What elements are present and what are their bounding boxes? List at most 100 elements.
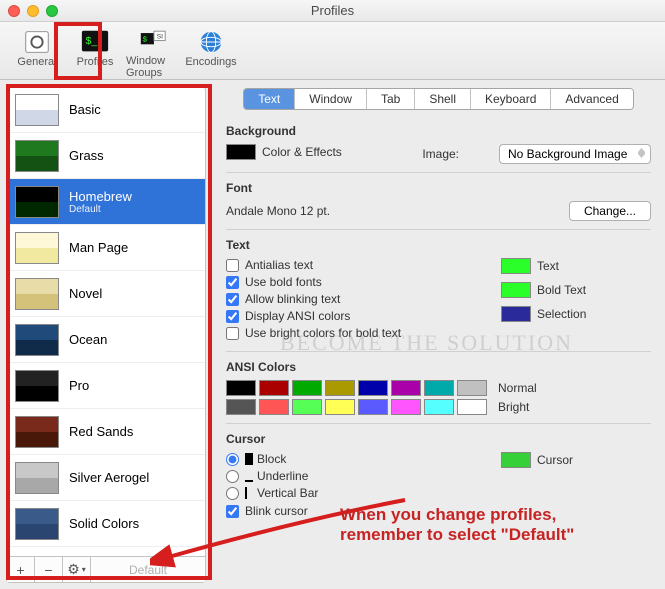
antialias-checkbox[interactable]: Antialias text	[226, 258, 461, 272]
profile-row-grass[interactable]: Grass	[7, 133, 205, 179]
gear-page-icon	[22, 28, 52, 56]
toolbar-encodings[interactable]: Encodings	[184, 26, 238, 79]
image-label: Image:	[422, 147, 459, 161]
profile-row-solid-colors[interactable]: Solid Colors	[7, 501, 205, 547]
window-title: Profiles	[0, 3, 665, 18]
bold-color-swatch[interactable]	[501, 282, 531, 298]
profile-name: Grass	[69, 148, 104, 163]
profile-thumb	[15, 232, 59, 264]
profile-row-man-page[interactable]: Man Page	[7, 225, 205, 271]
add-profile-button[interactable]: +	[7, 557, 35, 582]
font-heading: Font	[226, 181, 651, 195]
profile-row-pro[interactable]: Pro	[7, 363, 205, 409]
color-effects-label: Color & Effects	[262, 145, 342, 159]
tab-keyboard[interactable]: Keyboard	[471, 89, 551, 109]
ansi-swatch[interactable]	[259, 380, 289, 396]
ansi-swatch[interactable]	[259, 399, 289, 415]
ansi-swatch[interactable]	[457, 399, 487, 415]
ansi-swatch[interactable]	[325, 380, 355, 396]
ansi-swatch[interactable]	[358, 380, 388, 396]
toolbar-label: General	[17, 56, 56, 68]
blinking-text-checkbox[interactable]: Allow blinking text	[226, 292, 461, 306]
cursor-vertical-radio[interactable]: Vertical Bar	[226, 486, 461, 500]
tab-text[interactable]: Text	[244, 89, 295, 109]
change-font-button[interactable]: Change...	[569, 201, 651, 221]
bold-fonts-checkbox[interactable]: Use bold fonts	[226, 275, 461, 289]
ansi-swatch[interactable]	[391, 399, 421, 415]
font-value: Andale Mono 12 pt.	[226, 204, 330, 218]
tab-window[interactable]: Window	[295, 89, 367, 109]
toolbar-window-groups[interactable]: $SI Window Groups	[126, 26, 180, 79]
profile-name: Silver Aerogel	[69, 470, 149, 485]
profile-row-red-sands[interactable]: Red Sands	[7, 409, 205, 455]
ansi-swatch[interactable]	[424, 380, 454, 396]
selection-color-swatch[interactable]	[501, 306, 531, 322]
profiles-sidebar: BasicGrassHomebrewDefaultMan PageNovelOc…	[6, 86, 206, 583]
cursor-block-radio[interactable]: Block	[226, 452, 461, 466]
profile-row-homebrew[interactable]: HomebrewDefault	[7, 179, 205, 225]
background-image-select[interactable]: No Background Image	[499, 144, 651, 164]
cursor-heading: Cursor	[226, 432, 651, 446]
gear-icon: ⚙︎	[67, 561, 80, 578]
content-panel: TextWindowTabShellKeyboardAdvanced Backg…	[212, 80, 665, 589]
block-cursor-icon	[245, 453, 253, 465]
ansi-normal-label: Normal	[498, 381, 651, 395]
ansi-swatch[interactable]	[292, 399, 322, 415]
bright-bold-checkbox[interactable]: Use bright colors for bold text	[226, 326, 461, 340]
profile-thumb	[15, 462, 59, 494]
tab-tab[interactable]: Tab	[367, 89, 415, 109]
toolbar-profiles[interactable]: $_ Profiles	[68, 26, 122, 79]
profile-name: Red Sands	[69, 424, 133, 439]
profile-thumb	[15, 324, 59, 356]
underline-cursor-icon	[245, 470, 253, 482]
ansi-bright-label: Bright	[498, 400, 651, 414]
profile-row-basic[interactable]: Basic	[7, 87, 205, 133]
profile-name: Novel	[69, 286, 102, 301]
svg-text:$_: $_	[86, 36, 98, 47]
cursor-color-swatch[interactable]	[501, 452, 531, 468]
remove-profile-button[interactable]: −	[35, 557, 63, 582]
ansi-swatch[interactable]	[424, 399, 454, 415]
ansi-swatch[interactable]	[325, 399, 355, 415]
vertical-cursor-icon	[245, 487, 253, 499]
profile-name: Man Page	[69, 240, 128, 255]
tab-advanced[interactable]: Advanced	[551, 89, 632, 109]
blink-cursor-checkbox[interactable]: Blink cursor	[226, 504, 461, 518]
set-default-button[interactable]: Default	[91, 557, 205, 582]
tab-shell[interactable]: Shell	[415, 89, 471, 109]
profile-name: Basic	[69, 102, 101, 117]
terminal-icon: $_	[80, 28, 110, 56]
titlebar: Profiles	[0, 0, 665, 22]
profile-thumb	[15, 186, 59, 218]
ansi-colors-checkbox[interactable]: Display ANSI colors	[226, 309, 461, 323]
toolbar-label: Encodings	[185, 56, 236, 68]
ansi-swatch[interactable]	[391, 380, 421, 396]
globe-icon	[196, 28, 226, 56]
ansi-swatch[interactable]	[457, 380, 487, 396]
background-color-swatch[interactable]	[226, 144, 256, 160]
profile-thumb	[15, 508, 59, 540]
ansi-swatch[interactable]	[226, 399, 256, 415]
profile-row-silver-aerogel[interactable]: Silver Aerogel	[7, 455, 205, 501]
ansi-swatch[interactable]	[358, 399, 388, 415]
profile-row-ocean[interactable]: Ocean	[7, 317, 205, 363]
text-color-swatch[interactable]	[501, 258, 531, 274]
profile-subtitle: Default	[69, 204, 132, 215]
toolbar-label: Profiles	[77, 56, 114, 68]
ansi-swatch[interactable]	[292, 380, 322, 396]
profile-name: Pro	[69, 378, 89, 393]
toolbar-label: Window Groups	[126, 55, 180, 79]
profile-name: Homebrew	[69, 189, 132, 204]
toolbar-general[interactable]: General	[10, 26, 64, 79]
profile-name: Ocean	[69, 332, 107, 347]
cursor-underline-radio[interactable]: Underline	[226, 469, 461, 483]
profile-list: Basic Grass HomebrewDefault Man Page Novel Oc…	[7, 87, 205, 556]
ansi-swatch[interactable]	[226, 380, 256, 396]
profile-thumb	[15, 94, 59, 126]
window-groups-icon: $SI	[138, 28, 168, 55]
background-heading: Background	[226, 124, 651, 138]
chevron-down-icon: ▾	[82, 565, 86, 574]
profile-actions-button[interactable]: ⚙︎▾	[63, 557, 91, 582]
profile-row-novel[interactable]: Novel	[7, 271, 205, 317]
profile-name: Solid Colors	[69, 516, 139, 531]
